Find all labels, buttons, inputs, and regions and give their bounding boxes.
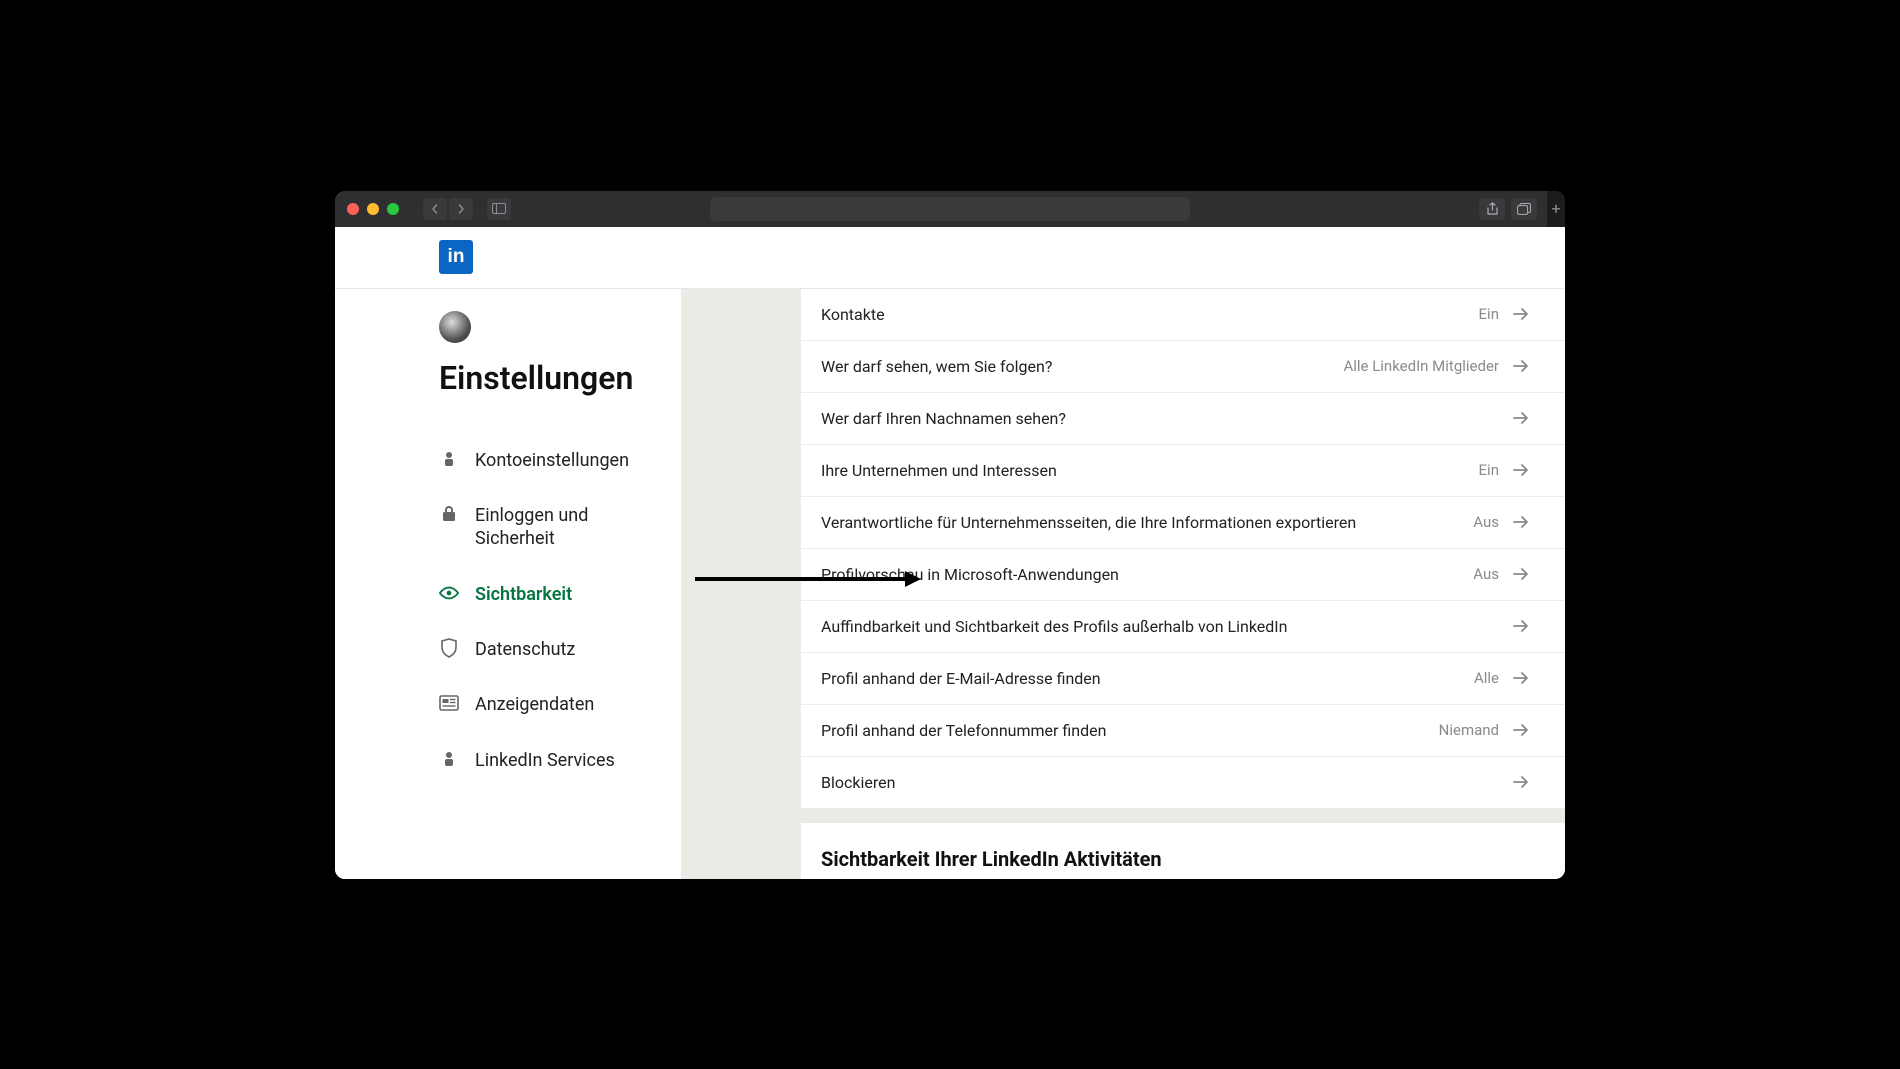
setting-row-value: Alle LinkedIn Mitglieder <box>1343 357 1499 375</box>
setting-row-label: Wer darf Ihren Nachnamen sehen? <box>821 409 1066 428</box>
arrow-right-icon <box>1513 567 1529 581</box>
setting-row-value: Aus <box>1473 513 1499 531</box>
settings-main: Kontakte Ein Wer darf sehen, wem Sie fol… <box>801 289 1565 879</box>
setting-row-label: Verantwortliche für Unternehmensseiten, … <box>821 513 1356 532</box>
sidebar-item-ads[interactable]: Anzeigendaten <box>439 677 681 732</box>
browser-back-button[interactable] <box>423 198 447 220</box>
page-title: Einstellungen <box>439 359 681 397</box>
sidebar-item-signin-security[interactable]: Einloggen und Sicherheit <box>439 488 681 567</box>
sidebar-item-label: Anzeigendaten <box>475 693 594 716</box>
browser-titlebar: + <box>335 191 1565 227</box>
linkedin-logo[interactable]: in <box>439 240 473 274</box>
window-traffic-lights <box>347 203 399 215</box>
arrow-right-icon <box>1513 463 1529 477</box>
arrow-right-icon <box>1513 307 1529 321</box>
avatar[interactable] <box>439 311 471 343</box>
setting-row-find-by-phone[interactable]: Profil anhand der Telefonnummer finden N… <box>801 705 1565 757</box>
lock-icon <box>439 504 459 524</box>
browser-share-button[interactable] <box>1479 198 1505 220</box>
settings-sidebar: Einstellungen Kontoeinstellungen <box>335 289 681 879</box>
browser-nav-buttons <box>423 198 473 220</box>
window-close-button[interactable] <box>347 203 359 215</box>
setting-row-page-admins-export[interactable]: Verantwortliche für Unternehmensseiten, … <box>801 497 1565 549</box>
setting-row-followers-visibility[interactable]: Wer darf sehen, wem Sie folgen? Alle Lin… <box>801 341 1565 393</box>
setting-row-label: Auffindbarkeit und Sichtbarkeit des Prof… <box>821 617 1288 636</box>
browser-window: + in Einstellungen Kon <box>335 191 1565 879</box>
setting-row-value: Ein <box>1479 461 1499 479</box>
sidebar-item-account[interactable]: Kontoeinstellungen <box>439 433 681 488</box>
browser-new-tab-button[interactable]: + <box>1547 191 1565 227</box>
browser-tabs-button[interactable] <box>1511 198 1537 220</box>
setting-row-label: Kontakte <box>821 305 885 324</box>
setting-row-contacts[interactable]: Kontakte Ein <box>801 289 1565 341</box>
setting-row-value: Aus <box>1473 565 1499 583</box>
setting-row-label: Ihre Unternehmen und Interessen <box>821 461 1057 480</box>
person-icon <box>439 449 459 469</box>
settings-rows: Kontakte Ein Wer darf sehen, wem Sie fol… <box>801 289 1565 809</box>
sidebar-item-privacy[interactable]: Datenschutz <box>439 622 681 677</box>
sidebar-item-label: LinkedIn Services <box>475 749 615 772</box>
arrow-right-icon <box>1513 515 1529 529</box>
browser-sidebar-toggle[interactable] <box>487 198 511 220</box>
shield-icon <box>439 638 459 658</box>
arrow-right-icon <box>1513 411 1529 425</box>
setting-row-value: Niemand <box>1439 721 1499 739</box>
newspaper-icon <box>439 693 459 713</box>
person-icon <box>439 749 459 769</box>
sidebar-item-label: Einloggen und Sicherheit <box>475 504 661 551</box>
settings-nav: Kontoeinstellungen Einloggen und Sicherh… <box>439 433 681 789</box>
setting-row-profile-microsoft[interactable]: Profilvorschau in Microsoft-Anwendungen … <box>801 549 1565 601</box>
app-topbar: in <box>335 227 1565 289</box>
browser-address-bar[interactable] <box>710 197 1190 221</box>
arrow-right-icon <box>1513 671 1529 685</box>
browser-forward-button[interactable] <box>449 198 473 220</box>
arrow-right-icon <box>1513 359 1529 373</box>
setting-row-label: Blockieren <box>821 773 895 792</box>
setting-row-label: Profilvorschau in Microsoft-Anwendungen <box>821 565 1119 584</box>
sidebar-item-label: Sichtbarkeit <box>475 583 572 606</box>
setting-row-label: Profil anhand der Telefonnummer finden <box>821 721 1106 740</box>
setting-row-blocking[interactable]: Blockieren <box>801 757 1565 809</box>
arrow-right-icon <box>1513 723 1529 737</box>
setting-row-lastname-visibility[interactable]: Wer darf Ihren Nachnamen sehen? <box>801 393 1565 445</box>
section-heading-activity-visibility: Sichtbarkeit Ihrer LinkedIn Aktivitäten <box>801 809 1565 879</box>
arrow-right-icon <box>1513 619 1529 633</box>
setting-row-companies-interests[interactable]: Ihre Unternehmen und Interessen Ein <box>801 445 1565 497</box>
window-maximize-button[interactable] <box>387 203 399 215</box>
sidebar-item-label: Datenschutz <box>475 638 575 661</box>
sidebar-item-services[interactable]: LinkedIn Services <box>439 733 681 788</box>
setting-row-value: Ein <box>1479 305 1499 323</box>
content-gutter <box>681 289 801 879</box>
page-content: in Einstellungen Kontoeinstellungen <box>335 227 1565 879</box>
sidebar-item-label: Kontoeinstellungen <box>475 449 629 472</box>
window-minimize-button[interactable] <box>367 203 379 215</box>
setting-row-value: Alle <box>1474 669 1499 687</box>
sidebar-item-visibility[interactable]: Sichtbarkeit <box>439 567 681 622</box>
setting-row-find-by-email[interactable]: Profil anhand der E-Mail-Adresse finden … <box>801 653 1565 705</box>
setting-row-off-linkedin-visibility[interactable]: Auffindbarkeit und Sichtbarkeit des Prof… <box>801 601 1565 653</box>
eye-icon <box>439 583 459 603</box>
arrow-right-icon <box>1513 775 1529 789</box>
setting-row-label: Wer darf sehen, wem Sie folgen? <box>821 357 1052 376</box>
setting-row-label: Profil anhand der E-Mail-Adresse finden <box>821 669 1101 688</box>
